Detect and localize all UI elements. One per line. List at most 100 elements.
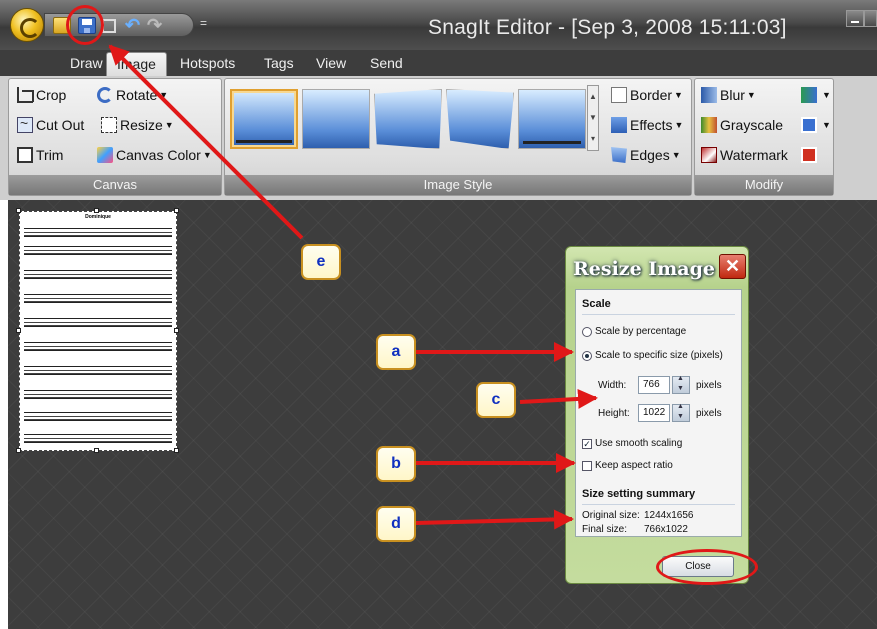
effects-button[interactable]: Effects ▼ xyxy=(611,117,683,133)
width-input[interactable]: 766 xyxy=(638,376,670,394)
style-thumbnail[interactable] xyxy=(230,89,298,149)
height-spinner[interactable] xyxy=(672,403,690,422)
style-thumbnail[interactable] xyxy=(446,89,514,149)
style-thumbnail[interactable] xyxy=(374,89,442,149)
chevron-down-icon: ▼ xyxy=(746,90,756,100)
keep-aspect-checkbox[interactable]: Keep aspect ratio xyxy=(582,460,673,471)
window-title: SnagIt Editor - [Sep 3, 2008 15:11:03] xyxy=(428,16,787,39)
music-staff xyxy=(24,434,172,443)
color-replace-icon xyxy=(801,117,817,133)
image-style-gallery xyxy=(230,85,586,155)
gallery-scroll[interactable]: ▲ ▼ ▾ xyxy=(587,85,599,151)
scale-by-percentage-label: Scale by percentage xyxy=(595,326,687,337)
scale-to-specific-option[interactable]: Scale to specific size (pixels) xyxy=(582,350,723,361)
width-spinner[interactable] xyxy=(672,375,690,394)
color-mode-button[interactable] xyxy=(801,147,820,163)
sheet-music-image[interactable]: Dominique xyxy=(19,211,177,451)
checkbox-unchecked-icon xyxy=(582,460,592,471)
width-units: pixels xyxy=(696,380,722,391)
music-staff xyxy=(24,294,172,303)
original-size-label: Original size: xyxy=(582,510,640,521)
resize-handle[interactable] xyxy=(16,448,21,453)
image-style-group-label: Image Style xyxy=(225,175,691,195)
canvas-group-label: Canvas xyxy=(9,175,221,195)
resize-handle[interactable] xyxy=(174,448,179,453)
grayscale-button[interactable]: Grayscale xyxy=(701,117,783,133)
watermark-icon xyxy=(701,147,717,163)
redo-icon[interactable]: ↷ xyxy=(147,16,165,34)
height-input[interactable]: 1022 xyxy=(638,404,670,422)
tab-hotspots[interactable]: Hotspots xyxy=(180,55,235,71)
blur-icon xyxy=(701,87,717,103)
music-staff xyxy=(24,366,172,375)
capture-icon[interactable] xyxy=(102,19,116,33)
callout-b: b xyxy=(376,446,416,482)
chevron-down-icon: ▼ xyxy=(159,90,169,100)
chevron-down-icon: ▼ xyxy=(674,90,683,100)
chevron-down-icon: ▼ xyxy=(164,120,174,130)
dialog-body: Scale Scale by percentage Scale to speci… xyxy=(575,289,742,537)
ribbon-tabs: Draw Image Hotspots Tags View Send xyxy=(0,50,877,78)
style-thumbnail[interactable] xyxy=(518,89,586,149)
music-staff xyxy=(24,270,172,279)
style-thumbnail[interactable] xyxy=(302,89,370,149)
maximize-button[interactable] xyxy=(864,10,877,27)
resize-handle[interactable] xyxy=(174,328,179,333)
qat-customize-dropdown[interactable]: = xyxy=(200,16,207,30)
resize-image-dialog: Resize Image ✕ Scale Scale by percentage… xyxy=(565,246,749,584)
color-replace-button[interactable]: ▼ xyxy=(801,117,831,133)
scale-section-header: Scale xyxy=(582,298,611,310)
callout-a: a xyxy=(376,334,416,370)
resize-handle[interactable] xyxy=(16,208,21,213)
rotate-icon xyxy=(97,87,113,103)
scale-to-specific-label: Scale to specific size (pixels) xyxy=(595,350,723,361)
divider xyxy=(582,314,735,315)
border-button[interactable]: Border ▼ xyxy=(611,87,683,103)
rotate-label: Rotate xyxy=(116,87,158,103)
document-title: Dominique xyxy=(85,214,111,220)
original-size-value: 1244x1656 xyxy=(644,510,694,521)
tab-send[interactable]: Send xyxy=(370,55,403,71)
scale-by-percentage-option[interactable]: Scale by percentage xyxy=(582,326,686,337)
watermark-button[interactable]: Watermark xyxy=(701,147,788,163)
resize-handle[interactable] xyxy=(174,208,179,213)
chevron-down-icon: ▼ xyxy=(202,150,212,160)
effects-label: Effects xyxy=(630,117,673,133)
music-staff xyxy=(24,342,172,351)
resize-button[interactable]: Resize ▼ xyxy=(101,117,174,133)
tab-image[interactable]: Image xyxy=(106,52,167,78)
color-adjust-button[interactable]: ▼ xyxy=(801,87,831,103)
trim-label: Trim xyxy=(36,147,64,163)
callout-c: c xyxy=(476,382,516,418)
smooth-scaling-checkbox[interactable]: ✓ Use smooth scaling xyxy=(582,438,682,449)
keep-aspect-label: Keep aspect ratio xyxy=(595,460,673,471)
canvas-color-icon xyxy=(97,147,113,163)
minimize-button[interactable] xyxy=(846,10,864,27)
watermark-label: Watermark xyxy=(720,147,788,163)
undo-icon[interactable]: ↶ xyxy=(125,16,143,34)
edges-icon xyxy=(611,147,627,163)
cut-out-button[interactable]: Cut Out xyxy=(17,115,84,133)
resize-handle[interactable] xyxy=(94,208,99,213)
rotate-button[interactable]: Rotate ▼ xyxy=(97,87,168,103)
edges-button[interactable]: Edges ▼ xyxy=(611,147,681,163)
resize-handle[interactable] xyxy=(16,328,21,333)
crop-button[interactable]: Crop xyxy=(17,87,66,103)
final-size-label: Final size: xyxy=(582,524,628,535)
resize-label: Resize xyxy=(120,117,163,133)
radio-selected-icon xyxy=(582,350,592,361)
ribbon: Crop Rotate ▼ Cut Out Resize ▼ Trim Canv… xyxy=(0,76,877,200)
dialog-close-icon[interactable]: ✕ xyxy=(719,254,746,279)
resize-handle[interactable] xyxy=(94,448,99,453)
resize-icon xyxy=(101,117,117,133)
tab-draw[interactable]: Draw xyxy=(70,55,103,71)
blur-button[interactable]: Blur ▼ xyxy=(701,87,756,103)
app-menu-orb-icon[interactable] xyxy=(10,8,44,42)
edges-label: Edges xyxy=(630,147,670,163)
tab-tags[interactable]: Tags xyxy=(264,55,294,71)
canvas-color-button[interactable]: Canvas Color ▼ xyxy=(97,147,212,163)
trim-button[interactable]: Trim xyxy=(17,147,63,163)
tab-view[interactable]: View xyxy=(316,55,346,71)
border-label: Border xyxy=(630,87,673,103)
cut-out-icon xyxy=(17,115,33,133)
